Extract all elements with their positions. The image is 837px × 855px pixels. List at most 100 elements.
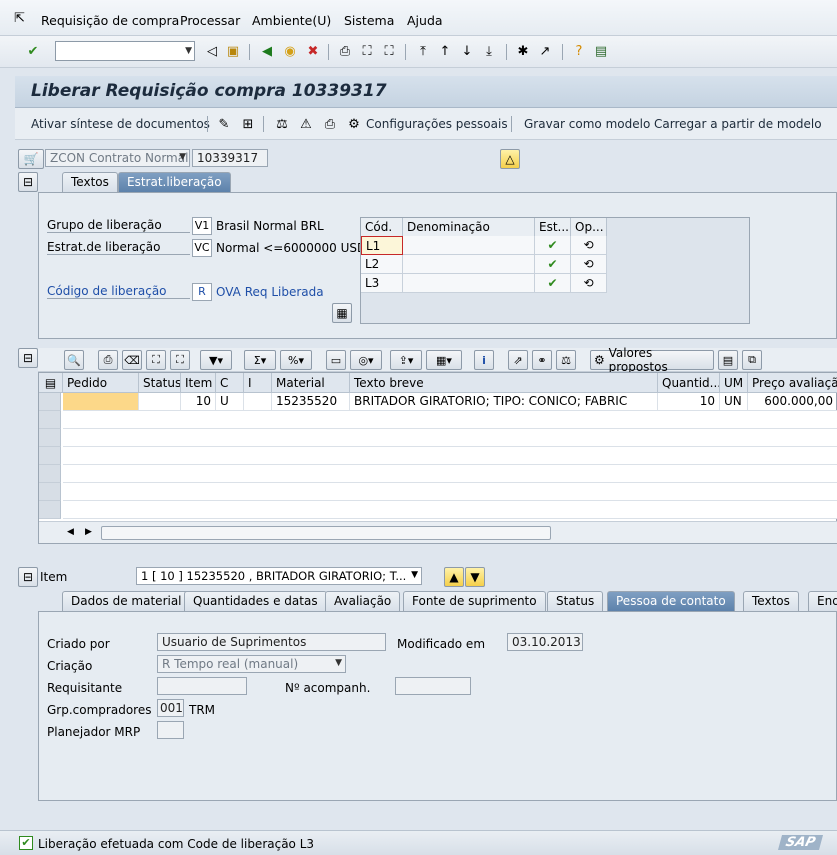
cancel-icon[interactable]: ✖ <box>304 42 322 60</box>
info-icon[interactable]: i <box>474 350 494 370</box>
scroll-right-icon[interactable]: ▶ <box>85 527 92 537</box>
row-selector[interactable] <box>39 501 61 519</box>
row-selector[interactable] <box>39 393 61 411</box>
tab-fonte-suprimento[interactable]: Fonte de suprimento <box>403 591 546 611</box>
release-undo-icon[interactable]: ⟲ <box>571 236 607 255</box>
cell-pedido[interactable] <box>63 393 139 411</box>
tab-quantidades-datas[interactable]: Quantidades e datas <box>184 591 327 611</box>
last-page-icon[interactable]: ⤓ <box>480 42 498 60</box>
new-session-icon[interactable]: ✱ <box>514 42 532 60</box>
column-header-c[interactable]: C <box>216 373 244 393</box>
document-number-field[interactable]: 10339317 <box>192 149 268 167</box>
details-icon[interactable]: 🔍 <box>64 350 84 370</box>
column-header-item[interactable]: Item <box>181 373 216 393</box>
menu-sistema[interactable]: Sistema <box>344 13 394 28</box>
document-type-select[interactable]: ZCON Contrato Normal ▼ <box>45 149 190 167</box>
menu-ambiente[interactable]: Ambiente(U) <box>252 13 331 28</box>
release-undo-icon[interactable]: ⟲ <box>571 274 607 293</box>
save-icon[interactable]: ▣ <box>224 42 242 60</box>
item-select[interactable]: 1 [ 10 ] 15235520 , BRITADOR GIRATORIO; … <box>136 567 422 585</box>
print-icon[interactable]: ⎙ <box>98 350 118 370</box>
column-header-material[interactable]: Material <box>272 373 350 393</box>
shortcut-icon[interactable]: ↗ <box>536 42 554 60</box>
release-row-code[interactable]: L3 <box>361 274 403 293</box>
tab-status[interactable]: Status <box>547 591 604 611</box>
horizontal-scrollbar[interactable]: ◀ ▶ <box>39 521 837 543</box>
export-icon[interactable]: ⇪▾ <box>390 350 422 370</box>
suggested-values-button[interactable]: ⚙ Valores propostos <box>590 346 714 374</box>
menu-requisicao[interactable]: Requisição de compra <box>41 13 179 28</box>
previous-item-icon[interactable]: ▲ <box>444 567 464 587</box>
tab-avaliacao[interactable]: Avaliação <box>325 591 401 611</box>
save-as-template-button[interactable]: Gravar como modelo <box>524 117 650 131</box>
status-message[interactable]: Liberação efetuada com Code de liberação… <box>38 837 314 851</box>
subtotal-icon[interactable]: %▾ <box>280 350 312 370</box>
back-arrow-icon[interactable]: ◁ <box>203 42 221 60</box>
next-page-icon[interactable]: ↓ <box>458 42 476 60</box>
column-header-i[interactable]: I <box>244 373 272 393</box>
back-icon[interactable]: ◀ <box>258 42 276 60</box>
column-header-pedido[interactable]: Pedido <box>63 373 139 393</box>
tab-textos[interactable]: Textos <box>743 591 799 611</box>
collapse-items-icon[interactable]: ⊟ <box>18 348 38 368</box>
chevron-down-icon[interactable]: ▼ <box>179 152 186 162</box>
collapse-item-detail-icon[interactable]: ⊟ <box>18 567 38 587</box>
tab-estrategia-liberacao[interactable]: Estrat.liberação <box>118 172 231 192</box>
help-icon[interactable]: ? <box>570 42 588 60</box>
find-next-icon[interactable]: ⛶ <box>380 42 398 60</box>
chevron-down-icon[interactable]: ▼ <box>411 570 418 580</box>
load-from-template-button[interactable]: Carregar a partir de modelo <box>654 117 822 131</box>
print-preview-icon[interactable]: ▭ <box>326 350 346 370</box>
find-next-icon[interactable]: ⛶ <box>170 350 190 370</box>
first-page-icon[interactable]: ⤒ <box>414 42 432 60</box>
exit-icon[interactable]: ◉ <box>281 42 299 60</box>
next-item-icon[interactable]: ▼ <box>465 567 485 587</box>
column-header-texto-breve[interactable]: Texto breve <box>350 373 658 393</box>
column-header-um[interactable]: UM <box>720 373 748 393</box>
tab-dados-material[interactable]: Dados de material <box>62 591 191 611</box>
views-icon[interactable]: ◎▾ <box>350 350 382 370</box>
chevron-down-icon[interactable]: ▼ <box>185 46 192 56</box>
column-header-quantidade[interactable]: Quantid... <box>658 373 720 393</box>
grid-settings-icon[interactable]: ▤ <box>39 373 63 393</box>
scale-icon[interactable]: ⚖ <box>556 350 576 370</box>
row-selector[interactable] <box>39 429 61 447</box>
message-icon[interactable]: ⚠ <box>297 115 315 133</box>
tree-icon[interactable]: ⚭ <box>532 350 552 370</box>
sum-icon[interactable]: Σ▾ <box>244 350 276 370</box>
column-header-preco[interactable]: Preço avaliação <box>748 373 837 393</box>
column-header-status[interactable]: Status <box>139 373 181 393</box>
release-row-code[interactable]: L1 <box>361 236 403 255</box>
menu-exit-icon[interactable]: ⇱ <box>14 11 25 26</box>
tab-pessoa-contato[interactable]: Pessoa de contato <box>607 591 735 611</box>
check-icon[interactable]: ⚖ <box>273 115 291 133</box>
filter-icon[interactable]: ▼▾ <box>200 350 232 370</box>
tab-end[interactable]: End <box>808 591 837 611</box>
settings-icon[interactable]: ⚙ <box>345 115 363 133</box>
find-icon[interactable]: ⛶ <box>358 42 376 60</box>
row-selector[interactable] <box>39 465 61 483</box>
layout-icon[interactable]: ▦▾ <box>426 350 462 370</box>
prev-page-icon[interactable]: ↑ <box>436 42 454 60</box>
print-icon[interactable]: ⎙ <box>336 42 354 60</box>
cart-icon[interactable]: 🛒 <box>18 149 44 169</box>
hold-icon[interactable]: ⊞ <box>239 115 257 133</box>
find-icon[interactable]: ⛶ <box>146 350 166 370</box>
row-selector[interactable] <box>39 447 61 465</box>
tab-textos[interactable]: Textos <box>62 172 118 192</box>
release-info-icon[interactable]: ▦ <box>332 303 352 323</box>
document-icon[interactable]: ▤ <box>718 350 738 370</box>
print-preview-icon[interactable]: ⎙ <box>321 115 339 133</box>
pencil-icon[interactable]: ✎ <box>215 115 233 133</box>
warning-icon[interactable]: △ <box>500 149 520 169</box>
enter-check-icon[interactable]: ✔ <box>24 42 42 60</box>
copy-icon[interactable]: ⧉ <box>742 350 762 370</box>
release-undo-icon[interactable]: ⟲ <box>571 255 607 274</box>
layout-icon[interactable]: ▤ <box>592 42 610 60</box>
collapse-header-icon[interactable]: ⊟ <box>18 172 38 192</box>
scroll-thumb[interactable] <box>101 526 551 540</box>
document-overview-button[interactable]: Ativar síntese de documentos <box>31 117 210 131</box>
goto-icon[interactable]: ⇗ <box>508 350 528 370</box>
row-selector[interactable] <box>39 483 61 501</box>
personal-settings-button[interactable]: Configurações pessoais <box>366 117 508 131</box>
